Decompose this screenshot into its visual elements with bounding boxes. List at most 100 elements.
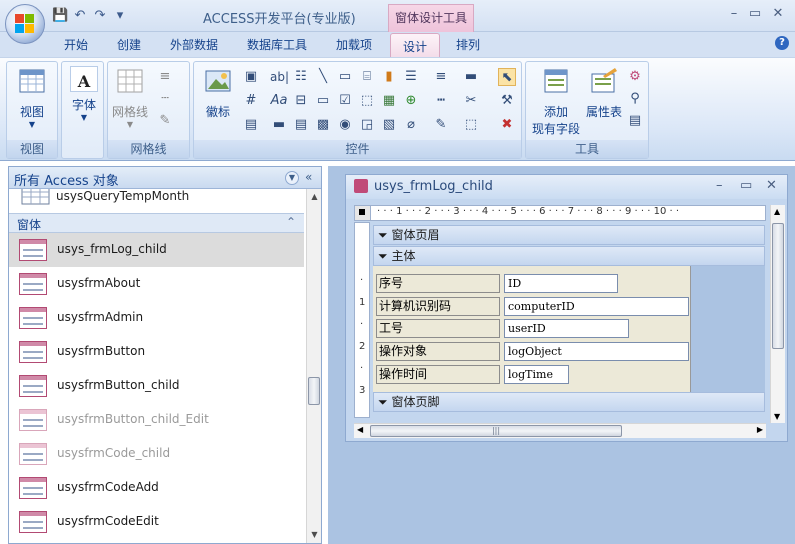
save-icon[interactable]: 💾 [52, 8, 68, 24]
form-vscroll-thumb[interactable] [772, 223, 784, 349]
nav-form-item[interactable]: usysfrmButton_child_Edit [9, 403, 304, 437]
tab-order-icon[interactable]: ▤ [626, 112, 644, 130]
combo-box-icon[interactable]: ⊟ [292, 92, 310, 110]
gridlines-button[interactable]: 网格线 ▼ [108, 66, 152, 129]
office-button[interactable] [5, 4, 45, 44]
field-textbox[interactable]: userID [504, 319, 629, 338]
form-selector[interactable] [355, 206, 371, 220]
nav-collapse-icon[interactable]: « [305, 170, 312, 184]
convert-macros-icon[interactable]: ⚲ [626, 90, 644, 108]
logo-button[interactable]: 徽标 [196, 66, 240, 120]
nav-form-item[interactable]: usysfrmCodeAdd [9, 471, 304, 505]
nav-form-item[interactable]: usysfrmCode_child [9, 437, 304, 471]
subform-icon[interactable]: ▤ [292, 116, 310, 134]
attachment-picture-icon[interactable]: ▧ [380, 116, 398, 134]
chart-control-icon[interactable]: ▮ [380, 68, 398, 86]
bound-frame-icon[interactable]: ◲ [358, 116, 376, 134]
nav-menu-chevron-icon[interactable]: ▼ [285, 171, 299, 185]
field-textbox[interactable]: computerID [504, 297, 689, 316]
form-close-button[interactable]: ✕ [766, 178, 777, 193]
font-button[interactable]: A 字体 ▼ [62, 66, 106, 122]
title-control-icon[interactable]: ▣ [242, 68, 260, 86]
scroll-up-icon[interactable]: ▲ [307, 189, 322, 205]
toggle-button-icon[interactable]: ⌸ [358, 68, 376, 86]
tab-add-ins[interactable]: 加载项 [336, 36, 372, 53]
button-control-icon[interactable]: ▬ [270, 116, 288, 134]
field-label[interactable]: 工号 [376, 319, 500, 338]
view-code-icon[interactable]: ⚙ [626, 68, 644, 86]
line-type-icon[interactable]: ┄ [156, 90, 174, 108]
label-control-icon[interactable]: Aa [270, 92, 288, 110]
field-label[interactable]: 计算机识别码 [376, 297, 500, 316]
form-horizontal-scrollbar[interactable]: ◀ ||| ▶ [354, 423, 766, 438]
scroll-up-icon[interactable]: ▲ [774, 207, 780, 216]
line-color-control-icon[interactable]: ✎ [432, 116, 450, 134]
add-existing-fields-button[interactable]: 添加 现有字段 [528, 66, 584, 137]
view-button[interactable]: 视图 ▼ [10, 66, 54, 129]
tab-control-icon[interactable]: ▭ [336, 68, 354, 86]
control-wizard-icon[interactable]: ⬚ [462, 116, 480, 134]
line-style-icon[interactable]: ┅ [432, 92, 450, 110]
field-label[interactable]: 操作时间 [376, 365, 500, 384]
nav-form-item[interactable]: usysfrmButton_child [9, 369, 304, 403]
scroll-left-icon[interactable]: ◀ [357, 425, 363, 434]
field-textbox[interactable]: ID [504, 274, 618, 293]
undo-icon[interactable]: ↶ [72, 8, 88, 24]
line-thickness-icon[interactable]: ≡ [156, 68, 174, 86]
tab-create[interactable]: 创建 [117, 36, 141, 53]
page-number-icon[interactable]: # [242, 92, 260, 110]
use-wizards-icon[interactable]: ⚒ [498, 92, 516, 110]
line-control-icon[interactable]: ╲ [314, 68, 332, 86]
line-thickness-control-icon[interactable]: ≡ [432, 68, 450, 86]
customize-qat-icon[interactable]: ▾ [112, 8, 128, 24]
nav-scroll-thumb[interactable] [308, 377, 320, 405]
unbound-frame-icon[interactable]: ▩ [314, 116, 332, 134]
line-color-icon[interactable]: ✎ [156, 112, 174, 130]
property-sheet-button[interactable]: 属性表 [582, 66, 626, 120]
collapse-group-icon[interactable]: ⌃ [286, 215, 296, 229]
form-header-band[interactable]: ⏷ 窗体页眉 [373, 225, 765, 245]
maximize-button[interactable]: ▭ [745, 6, 765, 21]
special-effect-icon[interactable]: ✂ [462, 92, 480, 110]
form-footer-band[interactable]: ⏷ 窗体页脚 [373, 392, 765, 412]
scroll-down-icon[interactable]: ▼ [307, 527, 322, 543]
nav-form-item[interactable]: usysfrmCodeEdit [9, 505, 304, 539]
scroll-down-icon[interactable]: ▼ [774, 412, 780, 421]
checkbox-control-icon[interactable]: ☑ [336, 92, 354, 110]
tab-design[interactable]: 设计 [390, 33, 440, 58]
tab-database-tools[interactable]: 数据库工具 [247, 36, 307, 53]
nav-form-item[interactable]: usysfrmAbout [9, 267, 304, 301]
field-textbox[interactable]: logTime [504, 365, 569, 384]
rectangle-control-icon[interactable]: ▭ [314, 92, 332, 110]
field-label[interactable]: 操作对象 [376, 342, 500, 361]
field-textbox[interactable]: logObject [504, 342, 689, 361]
form-hscroll-thumb[interactable]: ||| [370, 425, 622, 437]
close-button[interactable]: ✕ [768, 6, 788, 21]
select-arrow-icon[interactable]: ⬉ [498, 68, 516, 86]
minimize-button[interactable]: – [724, 6, 744, 21]
line-type-control-icon[interactable]: ▬ [462, 68, 480, 86]
nav-form-item[interactable]: usys_frmLog_child [9, 233, 304, 267]
nav-form-item[interactable]: usysfrmButton [9, 335, 304, 369]
date-time-icon[interactable]: ▤ [242, 116, 260, 134]
detail-band[interactable]: ⏷ 主体 [373, 246, 765, 266]
hyperlink-icon[interactable]: ⊕ [402, 92, 420, 110]
list-box-icon[interactable]: ☷ [292, 68, 310, 86]
nav-query-item[interactable]: usysQueryTempMonth [9, 189, 304, 213]
form-vertical-scrollbar[interactable]: ▲ ▼ [770, 205, 785, 423]
option-button-icon[interactable]: ◉ [336, 116, 354, 134]
redo-icon[interactable]: ↷ [92, 8, 108, 24]
form-maximize-button[interactable]: ▭ [740, 178, 752, 193]
form-window-titlebar[interactable]: usys_frmLog_child – ▭ ✕ [346, 175, 787, 199]
tab-external-data[interactable]: 外部数据 [170, 36, 218, 53]
remove-control-icon[interactable]: ✖ [498, 116, 516, 134]
nav-scrollbar[interactable]: ▲ ▼ [306, 189, 321, 543]
nav-form-item[interactable]: usysfrmAdmin [9, 301, 304, 335]
scroll-right-icon[interactable]: ▶ [757, 425, 763, 434]
image-control-icon[interactable]: ▦ [380, 92, 398, 110]
form-minimize-button[interactable]: – [716, 178, 723, 193]
tab-home[interactable]: 开始 [64, 36, 88, 53]
option-group-icon[interactable]: ⬚ [358, 92, 376, 110]
insert-page-break-icon[interactable]: ☰ [402, 68, 420, 86]
help-icon[interactable]: ? [775, 36, 789, 50]
